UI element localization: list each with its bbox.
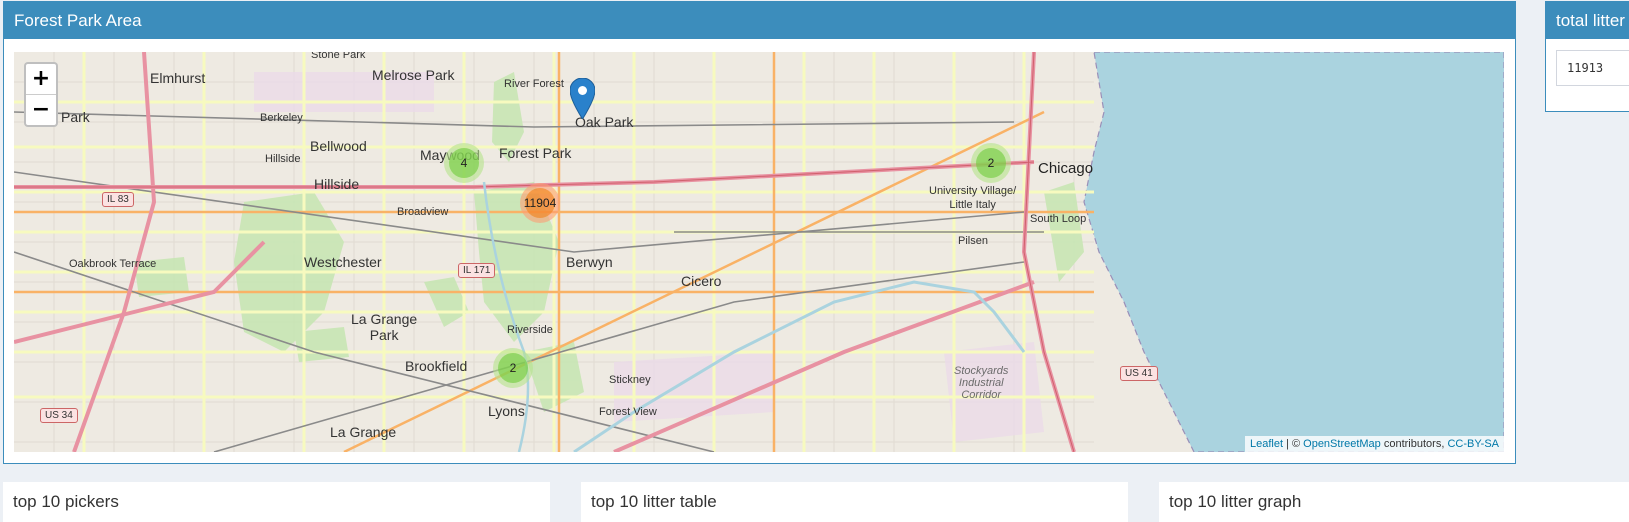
panel-top-pickers-title: top 10 pickers xyxy=(13,492,119,511)
label-forest-view: Forest View xyxy=(599,406,657,418)
shield-il-171: IL 171 xyxy=(458,263,496,278)
osm-link[interactable]: OpenStreetMap xyxy=(1303,438,1381,450)
cluster-marker[interactable]: 2 xyxy=(493,348,533,388)
label-berwyn: Berwyn xyxy=(566,254,613,270)
total-litter-box: total litter 11913 xyxy=(1545,1,1629,112)
label-stickney: Stickney xyxy=(609,374,651,386)
cluster-count: 11904 xyxy=(524,188,556,218)
zoom-in-button[interactable]: + xyxy=(26,64,56,94)
shield-us-41: US 41 xyxy=(1120,366,1158,381)
total-litter-title: total litter xyxy=(1546,2,1629,39)
label-elmhurst: Elmhurst xyxy=(150,70,206,86)
attribution-contributors: contributors, xyxy=(1380,438,1448,450)
map-canvas[interactable]: Elmhurst Melrose Park Stone Park River F… xyxy=(14,52,1504,452)
panel-top-litter-graph-title: top 10 litter graph xyxy=(1169,492,1302,511)
label-berkeley: Berkeley xyxy=(260,112,303,124)
cluster-marker[interactable]: 2 xyxy=(971,143,1011,183)
panel-top-litter-table-title: top 10 litter table xyxy=(591,492,717,511)
map-box-title: Forest Park Area xyxy=(4,2,1515,39)
map-attribution: Leaflet | © OpenStreetMap contributors, … xyxy=(1244,436,1504,452)
label-stone-park: Stone Park xyxy=(311,52,366,61)
shield-il-83: IL 83 xyxy=(102,192,134,207)
label-riverside: Riverside xyxy=(507,324,553,336)
panel-top-pickers: top 10 pickers xyxy=(3,482,550,522)
label-westchester: Westchester xyxy=(304,254,382,270)
label-hillside-small: Hillside xyxy=(265,153,301,165)
label-la-grange: La Grange xyxy=(330,424,397,440)
cluster-count: 4 xyxy=(449,148,479,178)
label-oakbrook-terrace: Oakbrook Terrace xyxy=(69,258,157,270)
label-forest-park: Forest Park xyxy=(499,145,572,161)
shield-us-34: US 34 xyxy=(40,408,78,423)
label-lyons: Lyons xyxy=(488,403,525,419)
attribution-separator: | © xyxy=(1283,438,1304,450)
label-university-village: University Village/ Little Italy xyxy=(929,185,1017,211)
label-south-loop: South Loop xyxy=(1030,213,1087,225)
map-marker-icon[interactable] xyxy=(570,78,595,119)
label-la-grange-park: La Grange Park xyxy=(351,311,418,343)
leaflet-link[interactable]: Leaflet xyxy=(1250,438,1283,450)
panel-top-litter-graph: top 10 litter graph xyxy=(1159,482,1629,522)
cluster-count: 2 xyxy=(976,148,1006,178)
label-broadview: Broadview xyxy=(397,206,449,218)
label-brookfield: Brookfield xyxy=(405,358,468,374)
label-bellwood: Bellwood xyxy=(310,138,367,154)
zoom-out-button[interactable]: − xyxy=(26,94,56,125)
map-box: Forest Park Area Elmhurst Melrose Park S… xyxy=(3,1,1516,464)
cluster-marker[interactable]: 11904 xyxy=(520,183,560,223)
label-pilsen: Pilsen xyxy=(958,235,988,247)
label-chicago: Chicago xyxy=(1038,160,1094,177)
label-hillside: Hillside xyxy=(314,176,360,192)
zoom-control: + − xyxy=(24,62,58,127)
cluster-count: 2 xyxy=(498,353,528,383)
label-stockyards: Stockyards Industrial Corridor xyxy=(954,365,1009,401)
cluster-marker[interactable]: 4 xyxy=(444,143,484,183)
label-cicero: Cicero xyxy=(681,273,722,289)
label-river-forest: River Forest xyxy=(504,78,564,90)
panel-top-litter-table: top 10 litter table xyxy=(581,482,1128,522)
label-melrose-park: Melrose Park xyxy=(372,67,455,83)
total-litter-value: 11913 xyxy=(1556,50,1629,86)
license-link[interactable]: CC-BY-SA xyxy=(1447,438,1499,450)
map-basemap xyxy=(14,52,1504,452)
